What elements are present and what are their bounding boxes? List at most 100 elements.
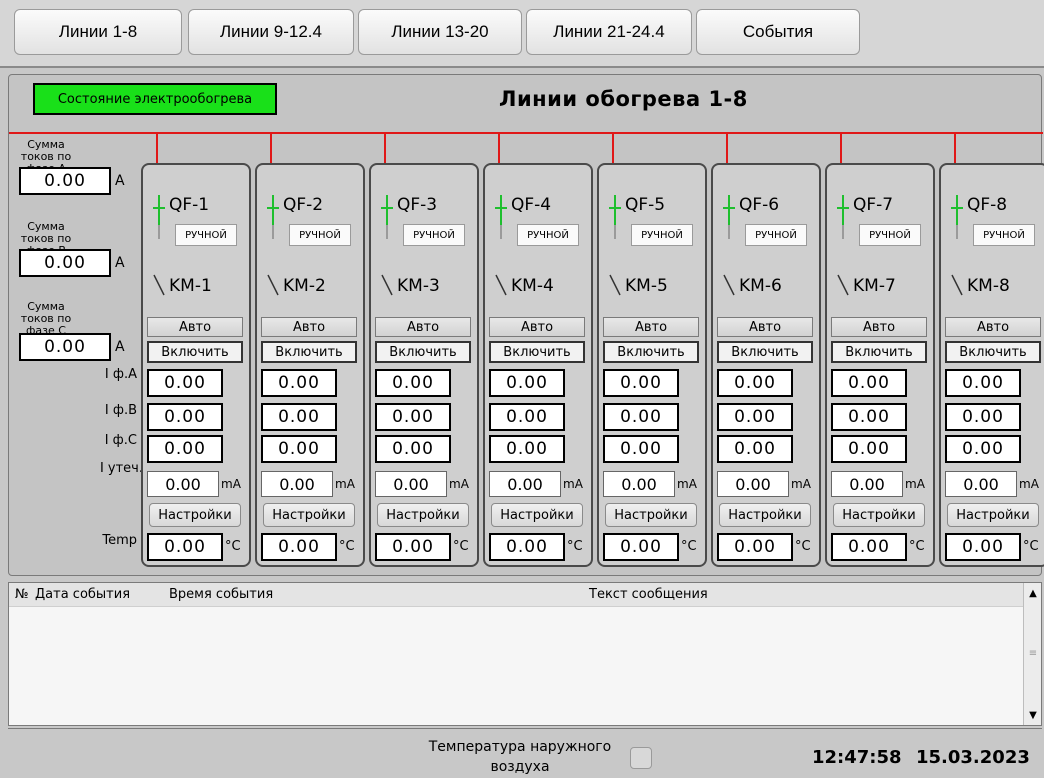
settings-button[interactable]: Настройки [605, 503, 697, 527]
leakage-current-value: 0.00 [945, 471, 1017, 497]
tab-lines-21-24-4[interactable]: Линии 21-24.4 [526, 9, 692, 55]
switch-on-button[interactable]: Включить [375, 341, 471, 363]
settings-button[interactable]: Настройки [263, 503, 355, 527]
mode-badge: РУЧНОЙ [745, 224, 807, 246]
leakage-unit: mA [1019, 477, 1039, 491]
current-phase-a-value: 0.00 [945, 369, 1021, 397]
events-scrollbar[interactable]: ▲ ≡ ▼ [1023, 583, 1041, 725]
sum-phase-a-unit: А [115, 173, 125, 189]
mode-badge: РУЧНОЙ [631, 224, 693, 246]
switch-on-button[interactable]: Включить [147, 341, 243, 363]
scroll-down-icon[interactable]: ▼ [1025, 707, 1041, 723]
contactor-icon [837, 274, 849, 296]
auto-mode-button[interactable]: Авто [717, 317, 813, 337]
settings-button[interactable]: Настройки [833, 503, 925, 527]
current-phase-a-value: 0.00 [261, 369, 337, 397]
current-phase-b-value: 0.00 [945, 403, 1021, 431]
contactor-icon [267, 274, 279, 296]
auto-mode-button[interactable]: Авто [603, 317, 699, 337]
switch-on-button[interactable]: Включить [831, 341, 927, 363]
temperature-unit: °C [795, 539, 811, 554]
auto-mode-button[interactable]: Авто [831, 317, 927, 337]
column-event-date[interactable]: Дата события [35, 587, 130, 602]
settings-button[interactable]: Настройки [149, 503, 241, 527]
switch-on-button[interactable]: Включить [603, 341, 699, 363]
current-phase-c-value: 0.00 [375, 435, 451, 463]
breaker-icon [381, 195, 393, 239]
current-phase-a-value: 0.00 [147, 369, 223, 397]
contactor-icon [381, 274, 393, 296]
breaker-label: QF-8 [967, 195, 1008, 215]
leakage-unit: mA [791, 477, 811, 491]
leakage-unit: mA [677, 477, 697, 491]
current-phase-b-value: 0.00 [831, 403, 907, 431]
breaker-icon [951, 195, 963, 239]
clock-time: 12:47:58 [812, 747, 902, 768]
settings-button[interactable]: Настройки [719, 503, 811, 527]
tab-lines-9-12-4[interactable]: Линии 9-12.4 [188, 9, 354, 55]
tab-lines-13-20[interactable]: Линии 13-20 [358, 9, 522, 55]
leakage-current-value: 0.00 [147, 471, 219, 497]
breaker-icon [153, 195, 165, 239]
sum-phase-b-value: 0.00 [19, 249, 111, 277]
auto-mode-button[interactable]: Авто [489, 317, 585, 337]
tab-lines-1-8[interactable]: Линии 1-8 [14, 9, 182, 55]
contactor-icon [609, 274, 621, 296]
current-phase-c-value: 0.00 [945, 435, 1021, 463]
column-message-text[interactable]: Текст сообщения [589, 587, 708, 602]
contactor-label: KM-7 [853, 276, 896, 296]
current-phase-c-value: 0.00 [489, 435, 565, 463]
heating-state-button[interactable]: Состояние электрообогрева [33, 83, 277, 115]
temperature-value: 0.00 [489, 533, 565, 561]
row-label-temp: Temp [102, 533, 137, 548]
heating-line-module-8: QF-8 РУЧНОЙ KM-8 Авто Включить 0.00 0.00 0.00 0.… [939, 163, 1044, 567]
temperature-unit: °C [225, 539, 241, 554]
breaker-label: QF-7 [853, 195, 894, 215]
switch-on-button[interactable]: Включить [945, 341, 1041, 363]
current-phase-c-value: 0.00 [603, 435, 679, 463]
leakage-current-value: 0.00 [717, 471, 789, 497]
auto-mode-button[interactable]: Авто [147, 317, 243, 337]
column-event-time[interactable]: Время события [169, 587, 273, 602]
heating-line-module-4: QF-4 РУЧНОЙ KM-4 Авто Включить 0.00 0.00 0.00 0.… [483, 163, 593, 567]
heating-lines-panel: Состояние электрообогрева Линии обогрева… [8, 74, 1044, 576]
sum-phase-c-unit: А [115, 339, 125, 355]
contactor-icon [153, 274, 165, 296]
settings-button[interactable]: Настройки [377, 503, 469, 527]
temperature-unit: °C [453, 539, 469, 554]
row-label-leak: I утеч. [99, 461, 143, 476]
temperature-value: 0.00 [375, 533, 451, 561]
scroll-up-icon[interactable]: ▲ [1025, 585, 1041, 601]
temperature-unit: °C [1023, 539, 1039, 554]
leakage-current-value: 0.00 [489, 471, 561, 497]
contactor-label: KM-4 [511, 276, 554, 296]
current-phase-c-value: 0.00 [147, 435, 223, 463]
sum-phase-c-label: Сумма токов по фазе С [20, 300, 72, 337]
current-phase-c-value: 0.00 [717, 435, 793, 463]
events-table-header: № Дата события Время события Текст сообщ… [9, 583, 1023, 607]
contactor-label: KM-3 [397, 276, 440, 296]
status-bar: Температура наружного воздуха 12:47:58 1… [8, 728, 1042, 778]
scroll-grip-icon[interactable]: ≡ [1025, 645, 1041, 661]
tab-bar: Линии 1-8 Линии 9-12.4 Линии 13-20 Линии… [0, 0, 1044, 68]
current-phase-a-value: 0.00 [375, 369, 451, 397]
auto-mode-button[interactable]: Авто [261, 317, 357, 337]
mode-badge: РУЧНОЙ [403, 224, 465, 246]
auto-mode-button[interactable]: Авто [945, 317, 1041, 337]
leakage-unit: mA [563, 477, 583, 491]
leakage-current-value: 0.00 [603, 471, 675, 497]
switch-on-button[interactable]: Включить [489, 341, 585, 363]
outside-temperature-label: Температура наружного воздуха [428, 739, 612, 775]
temperature-unit: °C [339, 539, 355, 554]
switch-on-button[interactable]: Включить [261, 341, 357, 363]
auto-mode-button[interactable]: Авто [375, 317, 471, 337]
tab-events[interactable]: События [696, 9, 860, 55]
switch-on-button[interactable]: Включить [717, 341, 813, 363]
settings-button[interactable]: Настройки [491, 503, 583, 527]
column-number[interactable]: № [15, 587, 29, 602]
temperature-unit: °C [909, 539, 925, 554]
settings-button[interactable]: Настройки [947, 503, 1039, 527]
temperature-value: 0.00 [945, 533, 1021, 561]
sum-phase-c-value: 0.00 [19, 333, 111, 361]
breaker-icon [267, 195, 279, 239]
